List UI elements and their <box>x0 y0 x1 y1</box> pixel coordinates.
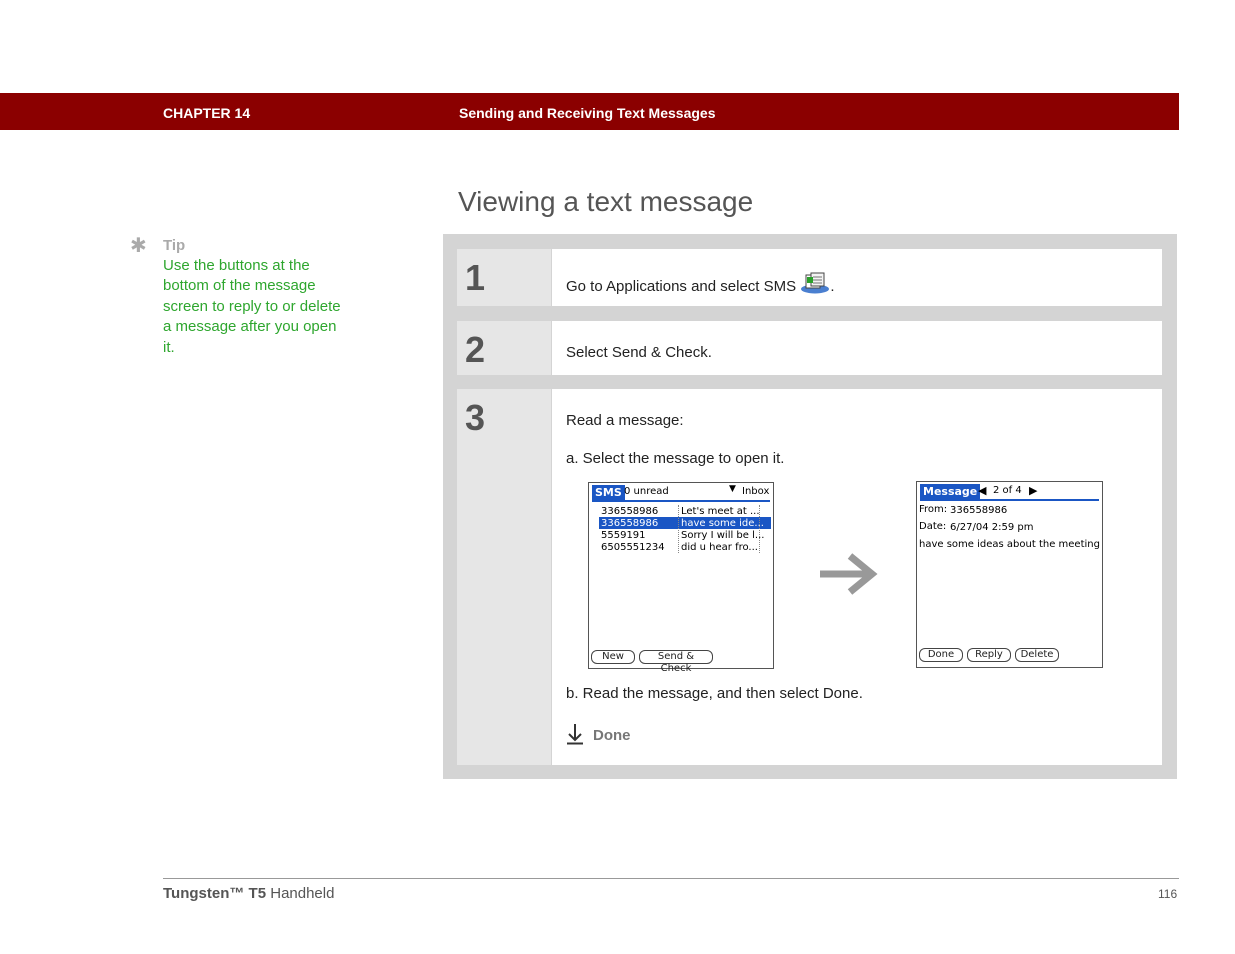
done-marker: Done <box>593 727 631 744</box>
step-3-sub-b: b. Read the message, and then select Don… <box>566 685 863 702</box>
step-text: Go to Applications and select SMS . <box>566 272 834 295</box>
footer-brand-bold: Tungsten™ T5 <box>163 885 267 902</box>
date-label: Date: <box>919 521 947 532</box>
next-arrow-icon: ▶ <box>1029 484 1038 497</box>
message-body: have some ideas about the meeting <box>919 539 1100 550</box>
list-item-preview: did u hear fro... <box>681 542 758 553</box>
arrow-right-icon <box>820 553 878 595</box>
from-label: From: <box>919 504 948 515</box>
chapter-label: CHAPTER 14 <box>163 105 251 121</box>
from-value: 336558986 <box>950 505 1008 516</box>
step-number: 1 <box>465 257 486 298</box>
delete-button: Delete <box>1015 648 1059 662</box>
column-divider <box>759 505 760 553</box>
step-2-text: Select Send & Check. <box>566 344 712 361</box>
list-item-from: 6505551234 <box>601 542 665 553</box>
tip-star-icon: ✱ <box>130 235 147 257</box>
title-underline <box>592 500 770 502</box>
title-underline <box>920 499 1099 501</box>
step-2: 2 Select Send & Check. <box>457 321 1162 375</box>
column-divider <box>678 505 679 553</box>
footer-brand: Tungsten™ T5 Handheld <box>163 885 334 902</box>
new-button: New <box>591 650 635 664</box>
list-item-from: 336558986 <box>601 518 659 529</box>
step-number-box: 3 <box>457 389 551 765</box>
unread-count: 0 unread <box>624 486 669 497</box>
tip-label: Tip <box>163 237 186 254</box>
step-body: Go to Applications and select SMS . <box>552 249 1162 306</box>
sms-list-screenshot: SMS 0 unread ▼ Inbox 336558986 Let's mee… <box>588 482 774 674</box>
step-number-box: 2 <box>457 321 551 375</box>
step-1-text: Go to Applications and select SMS <box>566 278 797 295</box>
step-number: 3 <box>465 397 486 438</box>
chevron-down-icon: ▼ <box>729 484 736 494</box>
step-1-period: . <box>830 278 835 295</box>
step-number-box: 1 <box>457 249 551 306</box>
folder-select: Inbox <box>742 486 770 497</box>
reply-button: Reply <box>967 648 1011 662</box>
step-3-text: Read a message: <box>566 412 684 429</box>
list-item-preview: Sorry I will be l... <box>681 530 765 541</box>
page-number: 116 <box>1158 887 1178 901</box>
footer-brand-rest: Handheld <box>266 885 335 902</box>
chapter-title: Sending and Receiving Text Messages <box>459 105 716 121</box>
footer-rule <box>163 878 1179 879</box>
step-3-sub-a: a. Select the message to open it. <box>566 450 785 467</box>
list-item-preview: Let's meet at ... <box>681 506 760 517</box>
message-position: 2 of 4 <box>993 485 1022 496</box>
list-item-preview: have some ide... <box>681 518 764 529</box>
sms-title: SMS <box>592 485 625 500</box>
message-screenshot: Message ◀ 2 of 4 ▶ From: 336558986 Date:… <box>916 481 1103 668</box>
prev-arrow-icon: ◀ <box>978 484 987 497</box>
tip-text: Use the buttons at the bottom of the mes… <box>163 257 341 356</box>
send-check-button: Send & Check <box>639 650 713 674</box>
list-item-from: 336558986 <box>601 506 659 517</box>
page-title: Viewing a text message <box>458 186 754 217</box>
step-number: 2 <box>465 329 486 370</box>
step-body: Select Send & Check. <box>552 321 1162 375</box>
done-arrow-icon <box>567 724 583 745</box>
list-item-from: 5559191 <box>601 530 646 541</box>
message-title: Message <box>920 484 981 499</box>
step-1: 1 Go to Applications and select SMS . <box>457 249 1162 306</box>
sms-app-icon <box>800 272 830 294</box>
done-button: Done <box>919 648 963 662</box>
date-value: 6/27/04 2:59 pm <box>950 522 1034 533</box>
